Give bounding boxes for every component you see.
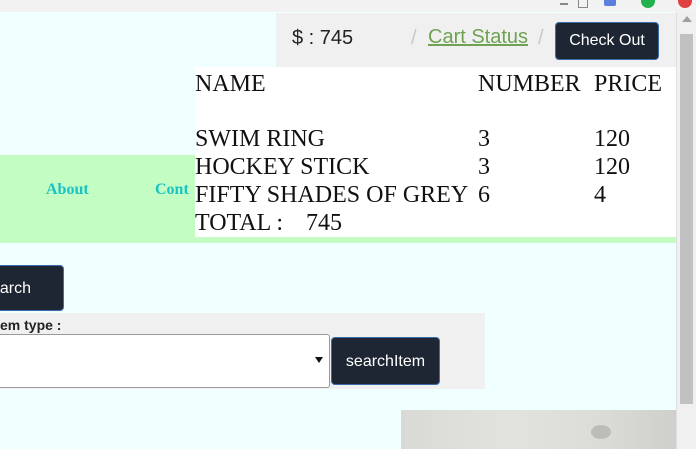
product-image xyxy=(401,410,676,449)
close-icon[interactable] xyxy=(678,0,692,8)
breadcrumb-separator: / xyxy=(538,27,544,49)
chevron-down-icon xyxy=(315,357,323,363)
scrollbar-thumb[interactable] xyxy=(680,34,693,404)
extension-icon[interactable] xyxy=(604,0,616,6)
vertical-scrollbar[interactable] xyxy=(676,12,696,449)
item-number: 3 xyxy=(478,154,490,180)
nav-about-link[interactable]: About xyxy=(46,181,89,199)
item-number: 6 xyxy=(478,182,490,208)
nav-contact-link[interactable]: Cont xyxy=(155,181,193,199)
item-price: 120 xyxy=(594,154,630,180)
image-detail xyxy=(591,425,611,439)
browser-toolbar-strip xyxy=(0,0,696,12)
column-header-price: PRICE xyxy=(594,71,663,97)
profile-icon[interactable] xyxy=(641,0,655,8)
minimize-icon[interactable] xyxy=(560,3,568,5)
breadcrumb-separator: / xyxy=(411,27,417,49)
total-value: 745 xyxy=(306,210,342,236)
restore-icon[interactable] xyxy=(578,0,588,8)
cart-header: $ : 745 / Cart Status / Check Out xyxy=(276,13,676,67)
scroll-up-arrow-icon[interactable] xyxy=(682,16,692,22)
column-header-name: NAME xyxy=(195,71,266,97)
search-button-label: earch xyxy=(0,280,32,297)
search-button[interactable]: earch xyxy=(0,265,64,311)
item-type-select[interactable] xyxy=(0,334,330,388)
item-name: HOCKEY STICK xyxy=(195,154,370,180)
item-name: FIFTY SHADES OF GREY xyxy=(195,182,469,208)
column-header-number: NUMBER xyxy=(478,71,581,97)
checkout-button[interactable]: Check Out xyxy=(555,22,659,60)
item-type-label: em type : xyxy=(0,317,62,333)
item-name: SWIM RING xyxy=(195,126,325,152)
item-number: 3 xyxy=(478,126,490,152)
cart-status-link[interactable]: Cart Status xyxy=(428,26,528,49)
search-item-button[interactable]: searchItem xyxy=(331,337,440,385)
cart-total: $ : 745 xyxy=(292,27,354,49)
item-price: 4 xyxy=(594,182,606,208)
cart-table-panel: NAME NUMBER PRICE SWIM RING 3 120 HOCKEY… xyxy=(195,67,676,237)
item-price: 120 xyxy=(594,126,630,152)
total-label: TOTAL : xyxy=(195,210,284,236)
